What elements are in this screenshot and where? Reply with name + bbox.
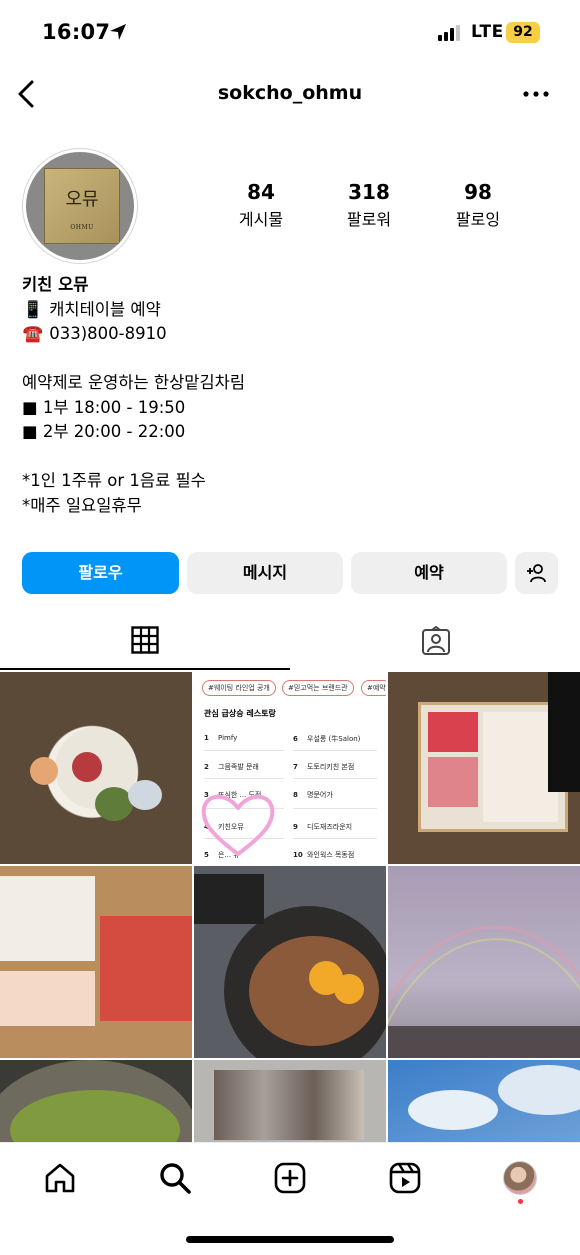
post-image-dried-fish (214, 1070, 364, 1140)
status-time: 16:07 (42, 20, 111, 44)
grid-post[interactable] (388, 672, 580, 864)
grid-icon (131, 626, 159, 654)
ranking-item: 1 Pimfy (204, 734, 238, 742)
bio-reservation-text: 캐치테이블 예약 (49, 299, 161, 319)
post-image-compartment (100, 916, 192, 1021)
bio-spacer (22, 445, 562, 470)
network-type: LTE (471, 22, 504, 42)
grid-post[interactable] (0, 866, 192, 1058)
home-icon[interactable] (43, 1161, 77, 1195)
avatar[interactable]: 오뮤 OHMU (22, 148, 138, 264)
cellular-signal-icon (438, 25, 460, 41)
location-arrow-icon (110, 24, 126, 40)
post-image-compartment (0, 971, 95, 1026)
ranking-item: 2 그믐족발 문래 (204, 763, 259, 771)
tab-tagged[interactable] (290, 612, 580, 670)
stat-posts-value: 84 (247, 180, 275, 204)
post-image-whitefish (483, 712, 558, 822)
divider (293, 778, 377, 779)
tagged-person-icon (422, 626, 450, 655)
profile-display-name: 키친 오뮤 (22, 275, 89, 294)
hashtag-chip: #웨이팅 라인업 공개 (202, 680, 276, 696)
post-image-cloud (498, 1065, 580, 1115)
profile-avatar-tab[interactable] (503, 1161, 537, 1195)
grid-post[interactable] (388, 866, 580, 1058)
bio-line: ■ 2부 20:00 - 22:00 (22, 422, 186, 441)
home-indicator (186, 1236, 394, 1243)
divider (293, 838, 377, 839)
bio-spacer (22, 347, 562, 372)
tab-posts-grid[interactable] (0, 612, 290, 670)
post-image-rainbow (388, 925, 580, 1058)
grid-post[interactable]: #웨이팅 라인업 공개 #믿고먹는 브랜드관 #예약 관심 급상승 레스토랑 1… (194, 672, 386, 864)
search-icon[interactable] (158, 1161, 192, 1195)
stat-posts[interactable]: 84 게시물 (206, 180, 316, 230)
ranking-item: 7 도토리키친 본점 (293, 763, 355, 771)
stat-posts-label: 게시물 (238, 210, 284, 229)
ranking-item: 9 디도재즈라운지 (293, 823, 353, 831)
active-tab-indicator (0, 668, 290, 670)
avatar-sign-english: OHMU (70, 224, 94, 231)
divider (204, 778, 284, 779)
post-image-cloud (408, 1090, 498, 1130)
bio-phone-number[interactable]: 033)800-8910 (49, 324, 166, 343)
post-image-tuna-cut (428, 757, 478, 807)
follow-button[interactable]: 팔로우 (22, 552, 179, 594)
bio-line: 예약제로 운영하는 한상맡김차림 (22, 373, 246, 392)
post-image-bowl (128, 780, 162, 810)
post-image-yolk (334, 974, 364, 1004)
notification-dot (518, 1199, 523, 1204)
status-bar: 16:07 LTE 92 (0, 0, 580, 62)
avatar-sign: 오뮤 OHMU (44, 168, 120, 244)
divider (293, 808, 377, 809)
message-button[interactable]: 메시지 (187, 552, 343, 594)
stat-following-label: 팔로잉 (455, 210, 501, 229)
bio-line: 📱 캐치테이블 예약 (22, 298, 562, 323)
phone-icon: 📱 (22, 299, 44, 319)
plus-square-icon[interactable] (273, 1161, 307, 1195)
add-person-icon (527, 564, 546, 583)
stat-followers-label: 팔로워 (346, 210, 392, 229)
ranking-item: 6 우설롱 (牛Salon) (293, 735, 361, 743)
hashtag-chip: #예약 (361, 680, 386, 696)
telephone-icon: ☎️ (22, 324, 44, 343)
grid-post[interactable] (194, 866, 386, 1058)
post-image-seaweed (194, 874, 264, 924)
bio-line: *매주 일요일휴무 (22, 495, 142, 515)
ranking-item: 10 와인웍스 목동점 (293, 851, 355, 859)
battery-badge: 92 (506, 22, 540, 43)
profile-bio: 키친 오뮤 📱 캐치테이블 예약 ☎️ 033)800-8910 예약제로 운영… (22, 273, 562, 518)
post-image-shellfish (30, 757, 58, 785)
post-image-chef (548, 672, 580, 792)
ranking-title: 관심 급상승 레스토랑 (204, 709, 276, 718)
bio-line: ☎️ 033)800-8910 (22, 322, 562, 347)
avatar-image: 오뮤 OHMU (26, 152, 134, 260)
profile-username: sokcho_ohmu (217, 82, 363, 104)
divider (204, 750, 284, 751)
divider (293, 750, 377, 751)
hashtag-chip: #믿고먹는 브랜드관 (282, 680, 354, 696)
add-user-button[interactable] (515, 552, 558, 594)
reels-icon[interactable] (388, 1161, 422, 1195)
stat-following[interactable]: 98 팔로잉 (423, 180, 533, 230)
post-image-tuna (428, 712, 478, 752)
stat-followers[interactable]: 318 팔로워 (314, 180, 424, 230)
avatar-sign-korean: 오뮤 (65, 189, 99, 210)
bio-line: *1인 1주류 or 1음료 필수 (22, 471, 206, 490)
more-horizontal-icon[interactable] (523, 86, 549, 102)
post-image-sashimi (72, 752, 102, 782)
heart-icon (201, 794, 275, 856)
post-image-compartment (0, 876, 95, 961)
reserve-button[interactable]: 예약 (351, 552, 507, 594)
stat-followers-value: 318 (348, 180, 390, 204)
grid-post[interactable] (0, 672, 192, 864)
bio-line: ■ 1부 18:00 - 19:50 (22, 397, 186, 417)
stat-following-value: 98 (464, 180, 492, 204)
ranking-item: 8 명문어가 (293, 791, 333, 799)
